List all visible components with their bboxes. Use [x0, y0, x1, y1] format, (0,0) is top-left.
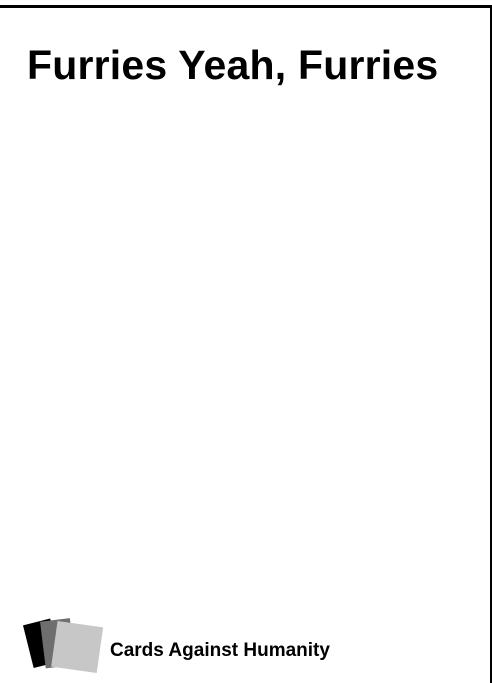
brand-name: Cards Against Humanity	[110, 640, 330, 661]
card-top-border	[0, 5, 492, 8]
stacked-cards-icon	[23, 618, 104, 673]
logo-card-front	[51, 621, 104, 673]
white-card: Furries Yeah, Furries Cards Against Huma…	[0, 0, 492, 683]
card-text: Furries Yeah, Furries	[27, 42, 439, 88]
